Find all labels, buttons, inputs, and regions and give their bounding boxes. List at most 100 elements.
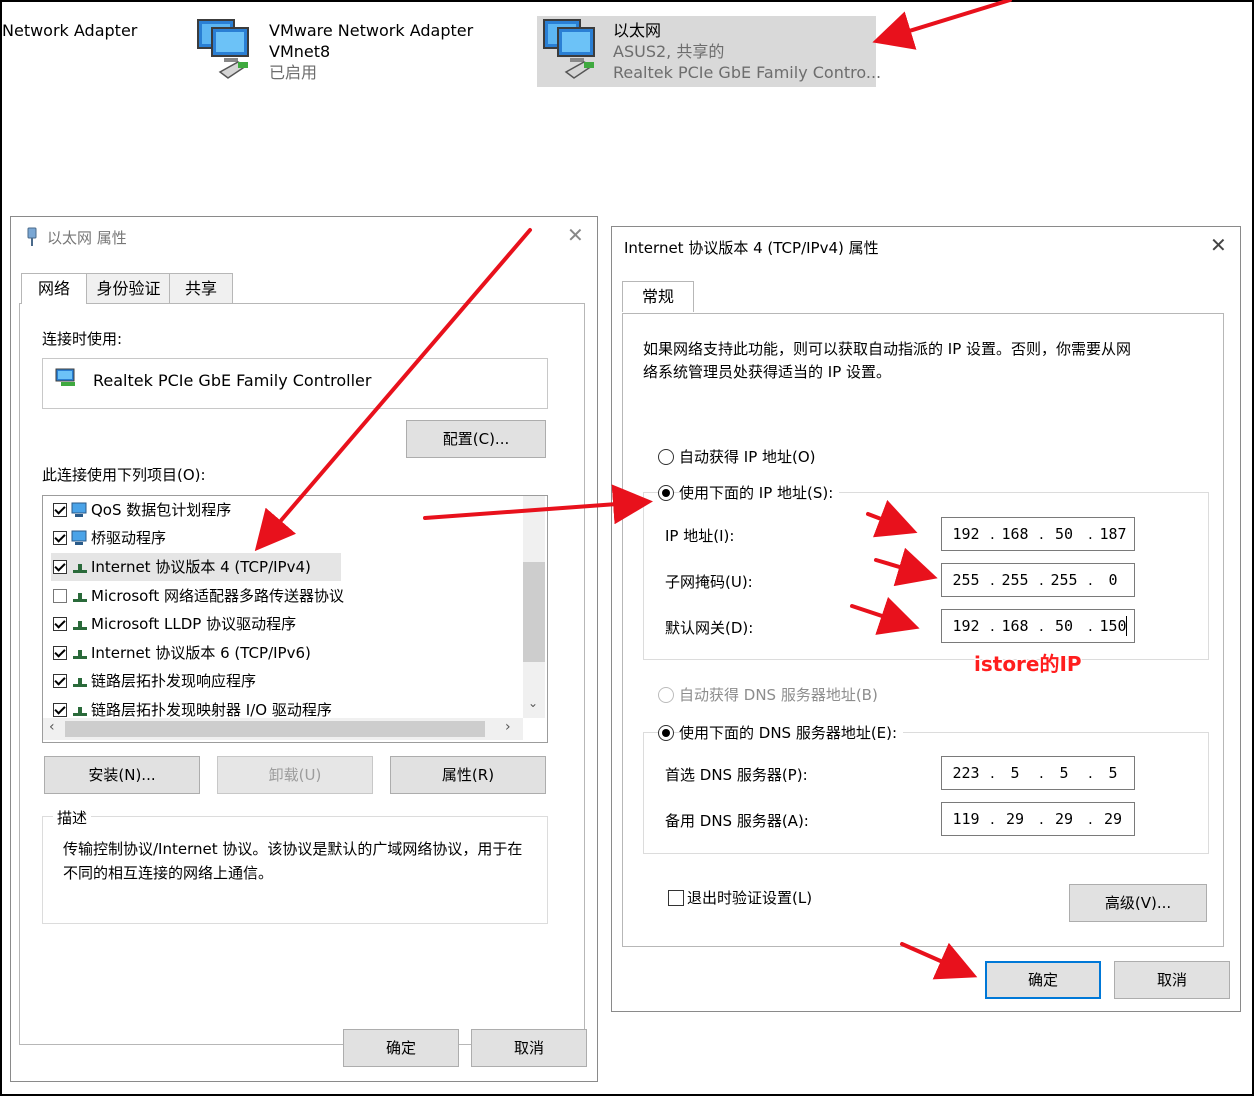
- alternate-dns-field[interactable]: 119. 29. 29. 29: [941, 802, 1135, 836]
- gateway-field[interactable]: 192. 168. 50. 150: [941, 609, 1135, 643]
- tab-authentication[interactable]: 身份验证: [86, 273, 171, 304]
- network-adapter-icon: [543, 19, 595, 79]
- protocol-icon: [73, 678, 87, 687]
- checkbox[interactable]: [53, 560, 67, 574]
- octet-separator: .: [1088, 810, 1093, 828]
- validate-checkbox[interactable]: [668, 890, 684, 906]
- checkbox[interactable]: [53, 703, 67, 717]
- protocol-icon: [73, 564, 87, 573]
- scrollbar-thumb[interactable]: [65, 721, 485, 737]
- text-cursor: [1126, 616, 1127, 636]
- adapter-network-adapter[interactable]: Network Adapter: [2, 20, 137, 41]
- intro-line-2: 络系统管理员处获得适当的 IP 设置。: [643, 363, 892, 381]
- istore-ip-annotation: istore的IP: [974, 652, 1082, 676]
- adapter-field: Realtek PCIe GbE Family Controller: [42, 358, 548, 409]
- adapter-name: Network Adapter: [2, 21, 138, 40]
- intro-line-1: 如果网络支持此功能，则可以获取自动指派的 IP 设置。否则，你需要从网: [643, 340, 1132, 358]
- horizontal-scrollbar[interactable]: ‹ ›: [43, 718, 523, 740]
- tab-general[interactable]: 常规: [622, 281, 694, 312]
- octet-separator: .: [1039, 764, 1044, 782]
- ip-octet: 0: [1108, 571, 1118, 589]
- octet-separator: .: [1088, 764, 1093, 782]
- cancel-button[interactable]: 取消: [471, 1029, 587, 1067]
- chevron-down-icon[interactable]: ⌄: [528, 696, 538, 710]
- checkbox[interactable]: [53, 531, 67, 545]
- adapter-device: ASUS2, 共享的: [613, 42, 725, 61]
- item-label: Internet 协议版本 4 (TCP/IPv4): [91, 558, 311, 576]
- title-bar: 以太网 属性 ✕: [11, 217, 597, 257]
- checkbox[interactable]: [53, 503, 67, 517]
- ip-address-field[interactable]: 192. 168. 50. 187: [941, 517, 1135, 551]
- subnet-mask-field[interactable]: 255. 255. 255. 0: [941, 563, 1135, 597]
- gateway-label: 默认网关(D):: [665, 619, 754, 637]
- item-label: QoS 数据包计划程序: [91, 501, 232, 519]
- manual-ip-label: 使用下面的 IP 地址(S):: [679, 482, 840, 503]
- manual-ip-radio[interactable]: [658, 485, 674, 501]
- close-icon[interactable]: ✕: [567, 225, 584, 245]
- octet-separator: .: [1039, 525, 1044, 543]
- preferred-dns-field[interactable]: 223. 5. 5. 5: [941, 756, 1135, 790]
- item-label: 链路层拓扑发现响应程序: [91, 672, 257, 690]
- list-item-selected[interactable]: Internet 协议版本 4 (TCP/IPv4): [51, 553, 341, 581]
- auto-ip-label: 自动获得 IP 地址(O): [679, 448, 816, 466]
- checkbox[interactable]: [53, 674, 67, 688]
- service-icon: [71, 502, 87, 517]
- ip-octet: 29: [1005, 810, 1025, 828]
- scrollbar-thumb[interactable]: [523, 562, 545, 662]
- ethernet-plug-icon: [27, 227, 37, 246]
- uninstall-button[interactable]: 卸载(U): [217, 756, 373, 794]
- octet-separator: .: [1039, 617, 1044, 635]
- ip-octet: 168: [1001, 617, 1029, 635]
- description-group: 描述 传输控制协议/Internet 协议。该协议是默认的广域网络协议，用于在不…: [42, 807, 548, 924]
- adapter-status: 已启用: [269, 63, 318, 82]
- vertical-scrollbar[interactable]: ⌄: [523, 496, 545, 718]
- adapter-vmnet8[interactable]: VMware Network Adapter VMnet8 已启用: [269, 20, 473, 83]
- protocol-icon: [73, 707, 87, 716]
- octet-separator: .: [1088, 571, 1093, 589]
- network-tab-panel: 连接时使用: Realtek PCIe GbE Family Controlle…: [19, 303, 585, 1045]
- adapter-name: Realtek PCIe GbE Family Controller: [93, 371, 372, 390]
- ip-octet: 187: [1099, 525, 1127, 543]
- manual-dns-radio[interactable]: [658, 725, 674, 741]
- ip-octet: 192: [952, 525, 980, 543]
- adapter-ethernet[interactable]: 以太网 ASUS2, 共享的 Realtek PCIe GbE Family C…: [613, 20, 881, 83]
- tab-sharing[interactable]: 共享: [169, 273, 233, 304]
- preferred-dns-label: 首选 DNS 服务器(P):: [665, 766, 808, 784]
- configure-button[interactable]: 配置(C)...: [406, 420, 546, 458]
- ip-octet: 168: [1001, 525, 1029, 543]
- auto-ip-radio[interactable]: [658, 449, 674, 465]
- connect-using-label: 连接时使用:: [42, 330, 123, 348]
- ip-octet: 5: [1059, 764, 1069, 782]
- octet-separator: .: [1088, 617, 1093, 635]
- close-icon[interactable]: ✕: [1210, 235, 1227, 255]
- item-label: 桥驱动程序: [91, 529, 167, 547]
- title-bar: Internet 协议版本 4 (TCP/IPv4) 属性 ✕: [612, 227, 1240, 267]
- properties-button[interactable]: 属性(R): [390, 756, 546, 794]
- network-adapter-icon: [197, 19, 249, 79]
- octet-separator: .: [1088, 525, 1093, 543]
- adapter-name: 以太网: [613, 21, 662, 40]
- auto-dns-radio[interactable]: [658, 687, 674, 703]
- checkbox[interactable]: [53, 589, 67, 603]
- protocol-icon: [73, 621, 87, 630]
- ip-octet: 50: [1054, 525, 1074, 543]
- checkbox[interactable]: [53, 617, 67, 631]
- ok-button[interactable]: 确定: [985, 961, 1101, 999]
- chevron-right-icon[interactable]: ›: [505, 719, 511, 735]
- tab-network[interactable]: 网络: [21, 273, 87, 304]
- ip-octet: 5: [1108, 764, 1118, 782]
- ip-octet: 5: [1010, 764, 1020, 782]
- items-label: 此连接使用下列项目(O):: [42, 466, 206, 484]
- adapter-name: VMware Network Adapter: [269, 21, 474, 40]
- checkbox[interactable]: [53, 646, 67, 660]
- ok-button[interactable]: 确定: [343, 1029, 459, 1067]
- chevron-left-icon[interactable]: ‹: [49, 719, 55, 735]
- advanced-button[interactable]: 高级(V)...: [1069, 884, 1207, 922]
- octet-separator: .: [990, 525, 995, 543]
- subnet-mask-label: 子网掩码(U):: [665, 573, 753, 591]
- ip-octet: 29: [1054, 810, 1074, 828]
- components-list[interactable]: QoS 数据包计划程序 桥驱动程序 Internet 协议版本 4 (TCP/I…: [42, 495, 548, 743]
- install-button[interactable]: 安装(N)...: [44, 756, 200, 794]
- cancel-button[interactable]: 取消: [1114, 961, 1230, 999]
- octet-separator: .: [990, 571, 995, 589]
